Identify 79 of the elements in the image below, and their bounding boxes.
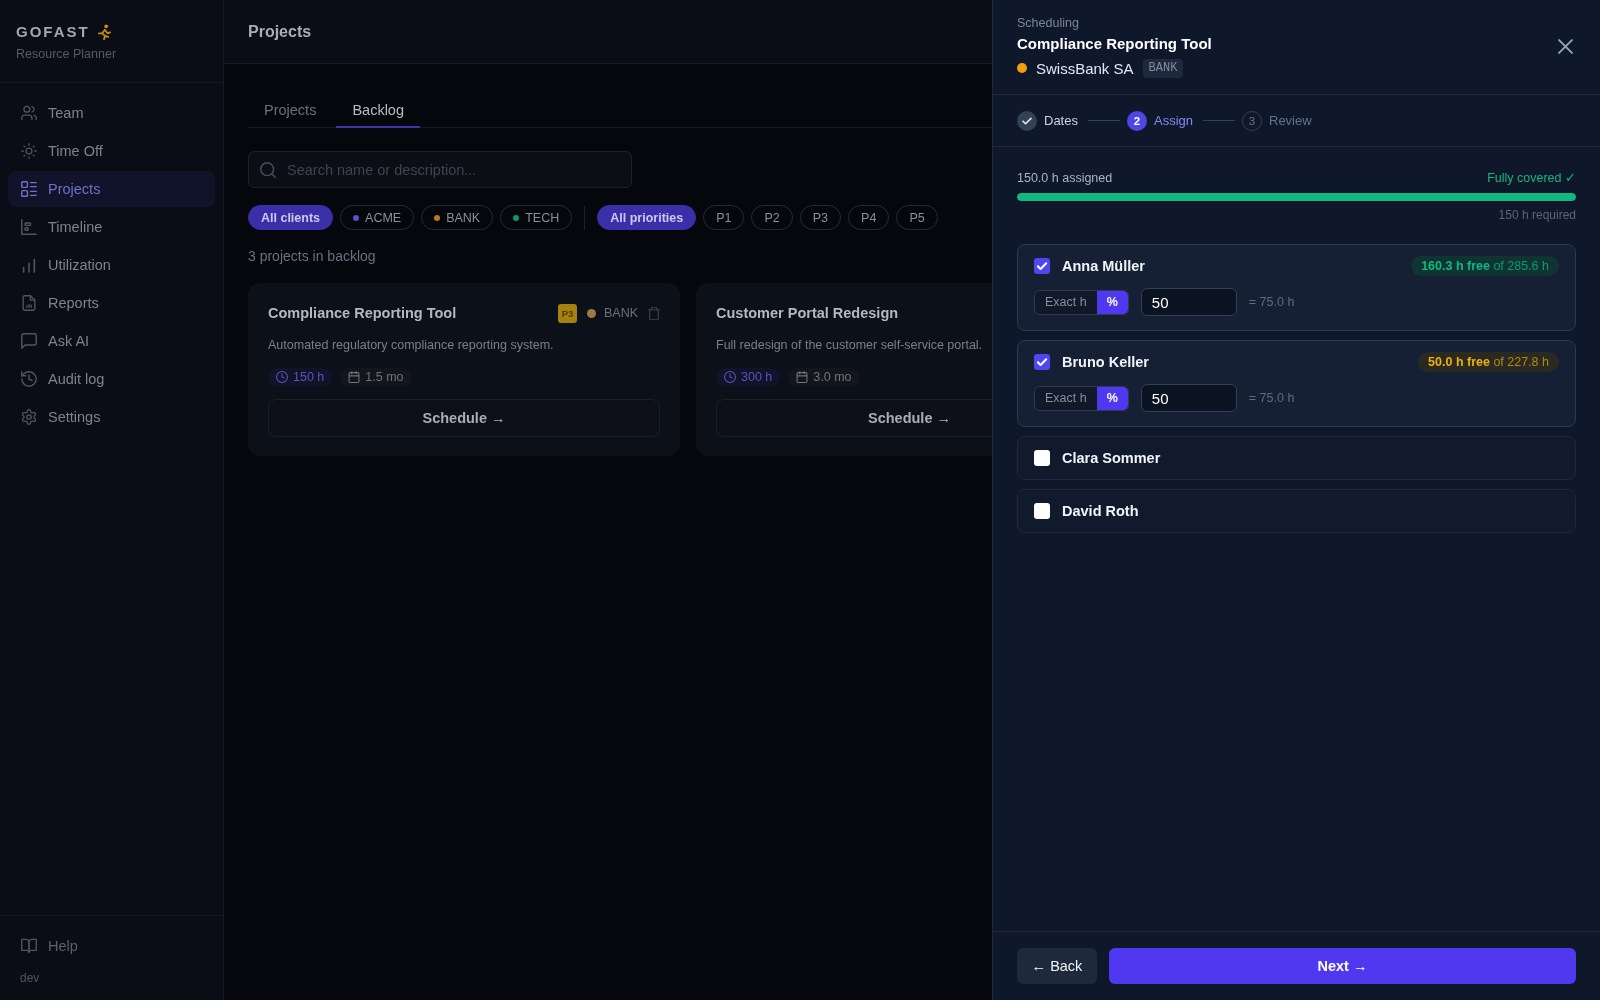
horizontal-bars-icon <box>21 219 37 235</box>
required-hours: 150 h required <box>1498 207 1576 223</box>
app-subtitle: Resource Planner <box>16 46 117 62</box>
mode-option[interactable]: Exact h <box>1035 386 1097 410</box>
panel-title: Compliance Reporting Tool <box>1017 34 1212 54</box>
history-icon <box>21 371 37 387</box>
result-count: 3 projects in backlog <box>248 248 376 265</box>
version-label: dev <box>20 970 40 986</box>
book-icon <box>21 938 37 954</box>
availability-badge: 160.3 h free of 285.6 h <box>1411 256 1559 276</box>
tab[interactable]: Backlog <box>336 88 420 128</box>
checkbox[interactable] <box>1034 354 1050 370</box>
close-icon[interactable] <box>1558 39 1573 54</box>
step-number: 2 <box>1126 110 1147 131</box>
calendar-icon <box>796 371 809 383</box>
step-label: Dates <box>1044 113 1078 128</box>
nav-item[interactable]: Time Off <box>8 133 215 169</box>
card-title: Compliance Reporting Tool <box>268 305 458 321</box>
calendar-icon <box>348 371 361 383</box>
runner-icon <box>96 24 111 40</box>
card-description: Automated regulatory compliance reporting system. <box>268 337 554 354</box>
mode-option[interactable]: % <box>1096 386 1128 410</box>
nav-item[interactable]: Timeline <box>8 209 215 245</box>
chat-bubble-icon <box>21 333 37 349</box>
client-code: BANK <box>603 306 638 320</box>
bar-chart-icon <box>21 257 37 273</box>
person-name: Anna Müller <box>1062 258 1146 274</box>
checkbox[interactable] <box>1034 450 1050 466</box>
allocation-result: = 75.0 h <box>1248 391 1295 405</box>
report-file-icon <box>21 295 37 311</box>
duration-text: 3.0 mo <box>813 370 852 384</box>
step-label: Review <box>1269 113 1312 128</box>
nav-item[interactable]: Utilization <box>8 247 215 283</box>
sun-icon <box>21 143 37 159</box>
hours-text: 300 h <box>741 370 773 384</box>
filter-chip[interactable]: All clients <box>248 205 334 230</box>
schedule-button[interactable]: Schedule → <box>268 399 660 437</box>
panel-eyebrow: Scheduling <box>1017 15 1079 32</box>
schedule-button[interactable]: Schedule → <box>716 399 992 437</box>
next-button[interactable]: Next → <box>1109 948 1576 984</box>
mode-option[interactable]: % <box>1096 290 1128 314</box>
person-name: Clara Sommer <box>1062 450 1162 466</box>
settings-icon <box>21 409 37 425</box>
nav-item[interactable]: Audit log <box>8 361 215 397</box>
nav-item[interactable]: Projects <box>8 171 215 207</box>
mode-option[interactable]: Exact h <box>1035 290 1097 314</box>
nav-item[interactable]: Team <box>8 95 215 131</box>
priority-badge: P3 <box>557 303 577 323</box>
coverage-status: Fully covered ✓ <box>1487 170 1576 187</box>
nav-item[interactable]: Reports <box>8 285 215 321</box>
card-title: Customer Portal Redesign <box>716 305 900 321</box>
step-label: Assign <box>1153 113 1193 128</box>
person-name: David Roth <box>1062 503 1140 519</box>
availability-badge: 50.0 h free of 227.8 h <box>1418 352 1559 372</box>
allocation-input[interactable]: 50 <box>1140 288 1237 316</box>
nav-item[interactable]: Ask AI <box>8 323 215 359</box>
grid-list-icon <box>21 181 37 197</box>
client-name: SwissBank SA <box>1036 59 1134 77</box>
client-tag: BANK <box>1142 58 1184 78</box>
back-button[interactable]: ← Back <box>1017 948 1097 984</box>
search-icon <box>260 161 276 178</box>
search-field[interactable]: Search name or description... <box>248 151 632 188</box>
users-icon <box>21 105 37 121</box>
clock-icon <box>276 371 288 383</box>
filter-chip[interactable]: All priorities <box>597 205 697 230</box>
checkbox[interactable] <box>1034 258 1050 274</box>
checkbox[interactable] <box>1034 503 1050 519</box>
app-logo: GOFAST <box>16 22 90 42</box>
tab[interactable]: Projects <box>248 88 333 128</box>
allocation-result: = 75.0 h <box>1248 295 1295 309</box>
nav-item[interactable]: Settings <box>8 399 215 435</box>
clock-icon <box>724 371 736 383</box>
allocation-input[interactable]: 50 <box>1140 384 1237 412</box>
person-name: Bruno Keller <box>1062 354 1150 370</box>
assigned-hours: 150.0 h assigned <box>1017 170 1113 187</box>
duration-text: 1.5 mo <box>365 370 404 384</box>
hours-text: 150 h <box>293 370 325 384</box>
card-description: Full redesign of the customer self-service portal. <box>716 337 983 354</box>
page-title: Projects <box>248 22 312 41</box>
